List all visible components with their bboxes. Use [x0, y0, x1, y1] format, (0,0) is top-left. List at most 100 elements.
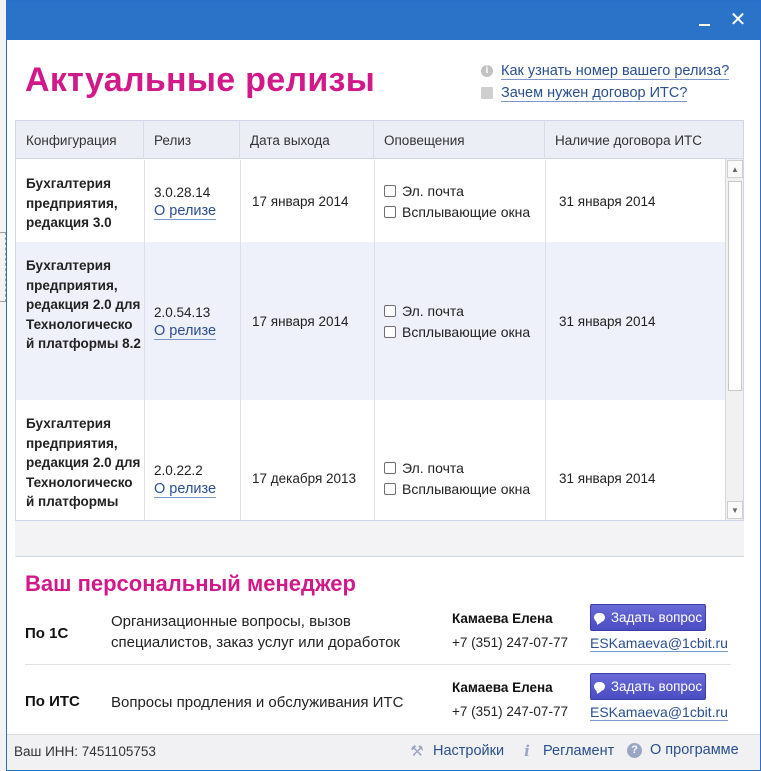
its-contract-link[interactable]: Зачем нужен договор ИТС?	[501, 85, 688, 102]
its-contract-cell: 31 января 2014	[559, 193, 656, 209]
manager-phone: +7 (351) 247-07-77	[452, 704, 568, 719]
status-footer: Ваш ИНН: 7451105753 ⚒ Настройки i Реглам…	[7, 734, 760, 770]
notifications-cell: Эл. почта Всплывающие окна	[374, 160, 545, 242]
table-row[interactable]: Бухгалтерия предприятия, редакция 2.0 дл…	[16, 242, 726, 400]
about-label: О программе	[650, 742, 739, 758]
release-date-cell: 17 января 2014	[252, 313, 349, 329]
manager-row-label: По 1С	[25, 625, 69, 642]
manager-name: Камаева Елена	[452, 611, 553, 626]
column-header-date[interactable]: Дата выхода	[240, 121, 374, 159]
release-cell: 3.0.28.14 О релизе	[144, 160, 240, 242]
checkbox-icon[interactable]	[384, 205, 396, 218]
about-button[interactable]: ? О программе	[627, 742, 739, 758]
email-notification-checkbox[interactable]: Эл. почта	[384, 300, 545, 321]
release-number-link[interactable]: Как узнать номер вашего релиза?	[501, 63, 730, 80]
chat-bubble-icon	[593, 613, 605, 622]
column-header-configuration[interactable]: Конфигурация	[16, 121, 144, 159]
checkbox-label: Эл. почта	[402, 182, 464, 199]
checkbox-icon[interactable]	[384, 325, 396, 338]
regulations-button[interactable]: i Регламент	[519, 742, 614, 760]
release-version: 2.0.22.2	[154, 462, 203, 478]
table-row[interactable]: Бухгалтерия предприятия, редакция 3.0 3.…	[16, 160, 726, 242]
popup-notification-checkbox[interactable]: Всплывающие окна	[384, 321, 545, 342]
help-icon: ?	[627, 742, 642, 758]
chat-bubble-icon	[593, 682, 605, 691]
page-title: Актуальные релизы	[25, 61, 376, 99]
close-icon: ✕	[729, 9, 747, 31]
about-release-link[interactable]: О релизе	[154, 323, 217, 340]
table-footer-strip	[15, 521, 744, 557]
email-notification-checkbox[interactable]: Эл. почта	[384, 458, 545, 479]
release-cell: 2.0.22.2 О релизе	[144, 400, 240, 520]
column-header-its-contract[interactable]: Наличие договора ИТС	[545, 121, 743, 159]
manager-name: Камаева Елена	[452, 680, 553, 695]
scroll-down-button[interactable]: ▼	[727, 501, 743, 519]
popup-notification-checkbox[interactable]: Всплывающие окна	[384, 201, 545, 222]
manager-row-its: По ИТС Вопросы продления и обслуживания …	[25, 667, 731, 733]
checkbox-icon[interactable]	[384, 483, 396, 495]
button-label: Задать вопрос	[610, 610, 703, 625]
release-date-cell: 17 декабря 2013	[252, 471, 357, 486]
column-header-release[interactable]: Релиз	[144, 121, 240, 159]
its-contract-cell: 31 января 2014	[559, 313, 656, 329]
manager-row-label: По ИТС	[25, 693, 80, 710]
inn-label: Ваш ИНН: 7451105753	[14, 744, 156, 759]
checkbox-icon[interactable]	[384, 304, 396, 317]
manager-row-description: Вопросы продления и обслуживания ИТС	[111, 694, 404, 711]
ask-question-button[interactable]: Задать вопрос	[590, 673, 706, 700]
table-header: Конфигурация Релиз Дата выхода Оповещени…	[16, 121, 743, 159]
release-version: 3.0.28.14	[154, 185, 211, 200]
manager-email-link[interactable]: ESKamaeva@1cbit.ru	[590, 635, 728, 652]
configuration-cell: Бухгалтерия предприятия, редакция 3.0	[26, 176, 118, 230]
table-row[interactable]: Бухгалтерия предприятия, редакция 2.0 дл…	[16, 400, 726, 520]
title-bar[interactable]: ✕	[7, 1, 760, 40]
email-notification-checkbox[interactable]: Эл. почта	[384, 180, 545, 201]
notifications-cell: Эл. почта Всплывающие окна	[374, 242, 545, 400]
releases-table: Конфигурация Релиз Дата выхода Оповещени…	[15, 120, 744, 521]
close-button[interactable]: ✕	[724, 7, 752, 33]
popup-notification-checkbox[interactable]: Всплывающие окна	[384, 479, 545, 500]
info-icon: i	[524, 742, 530, 760]
about-release-link[interactable]: О релизе	[154, 203, 217, 220]
chevron-down-icon: ▼	[731, 506, 739, 515]
checkbox-label: Эл. почта	[402, 302, 464, 319]
chevron-up-icon: ▲	[731, 165, 739, 174]
minimize-icon	[698, 23, 710, 26]
scroll-thumb[interactable]	[728, 181, 742, 391]
about-release-link[interactable]: О релизе	[154, 481, 217, 498]
release-date-cell: 17 января 2014	[252, 193, 349, 209]
minimize-button[interactable]	[690, 7, 718, 33]
releases-window: ✕ Актуальные релизы i Как узнать номер в…	[6, 0, 761, 771]
checkbox-icon[interactable]	[384, 184, 396, 197]
manager-section-title: Ваш персональный менеджер	[25, 571, 356, 596]
configuration-cell: Бухгалтерия предприятия, редакция 2.0 дл…	[26, 258, 141, 351]
checkbox-label: Всплывающие окна	[402, 203, 531, 220]
checkbox-icon[interactable]	[384, 462, 396, 474]
info-icon: i	[481, 65, 493, 77]
table-scrollbar[interactable]: ▲ ▼	[725, 159, 743, 520]
checkbox-label: Всплывающие окна	[402, 323, 531, 340]
column-header-notifications[interactable]: Оповещения	[374, 121, 545, 159]
configuration-cell: Бухгалтерия предприятия, редакция 2.0 дл…	[26, 416, 141, 509]
manager-phone: +7 (351) 247-07-77	[452, 635, 568, 650]
help-links: i Как узнать номер вашего релиза? Зачем …	[481, 60, 730, 104]
document-icon	[481, 87, 493, 99]
manager-row-1c: По 1С Организационные вопросы, вызов спе…	[25, 599, 731, 665]
checkbox-label: Эл. почта	[402, 460, 464, 476]
regulations-label: Регламент	[543, 743, 615, 759]
its-contract-cell: 31 января 2014	[559, 471, 656, 486]
checkbox-label: Всплывающие окна	[402, 481, 531, 497]
help-link-release-number[interactable]: i Как узнать номер вашего релиза?	[481, 60, 730, 82]
help-link-its-contract[interactable]: Зачем нужен договор ИТС?	[481, 82, 729, 104]
settings-label: Настройки	[433, 743, 505, 759]
manager-email-link[interactable]: ESKamaeva@1cbit.ru	[590, 704, 728, 721]
settings-button[interactable]: ⚒ Настройки	[409, 742, 504, 760]
scroll-up-button[interactable]: ▲	[727, 160, 743, 178]
release-version: 2.0.54.13	[154, 305, 211, 320]
notifications-cell: Эл. почта Всплывающие окна	[374, 400, 545, 520]
release-cell: 2.0.54.13 О релизе	[144, 242, 240, 400]
button-label: Задать вопрос	[610, 679, 703, 694]
tools-icon: ⚒	[410, 743, 424, 760]
ask-question-button[interactable]: Задать вопрос	[590, 604, 706, 631]
manager-row-description: Организационные вопросы, вызов специалис…	[111, 613, 400, 651]
